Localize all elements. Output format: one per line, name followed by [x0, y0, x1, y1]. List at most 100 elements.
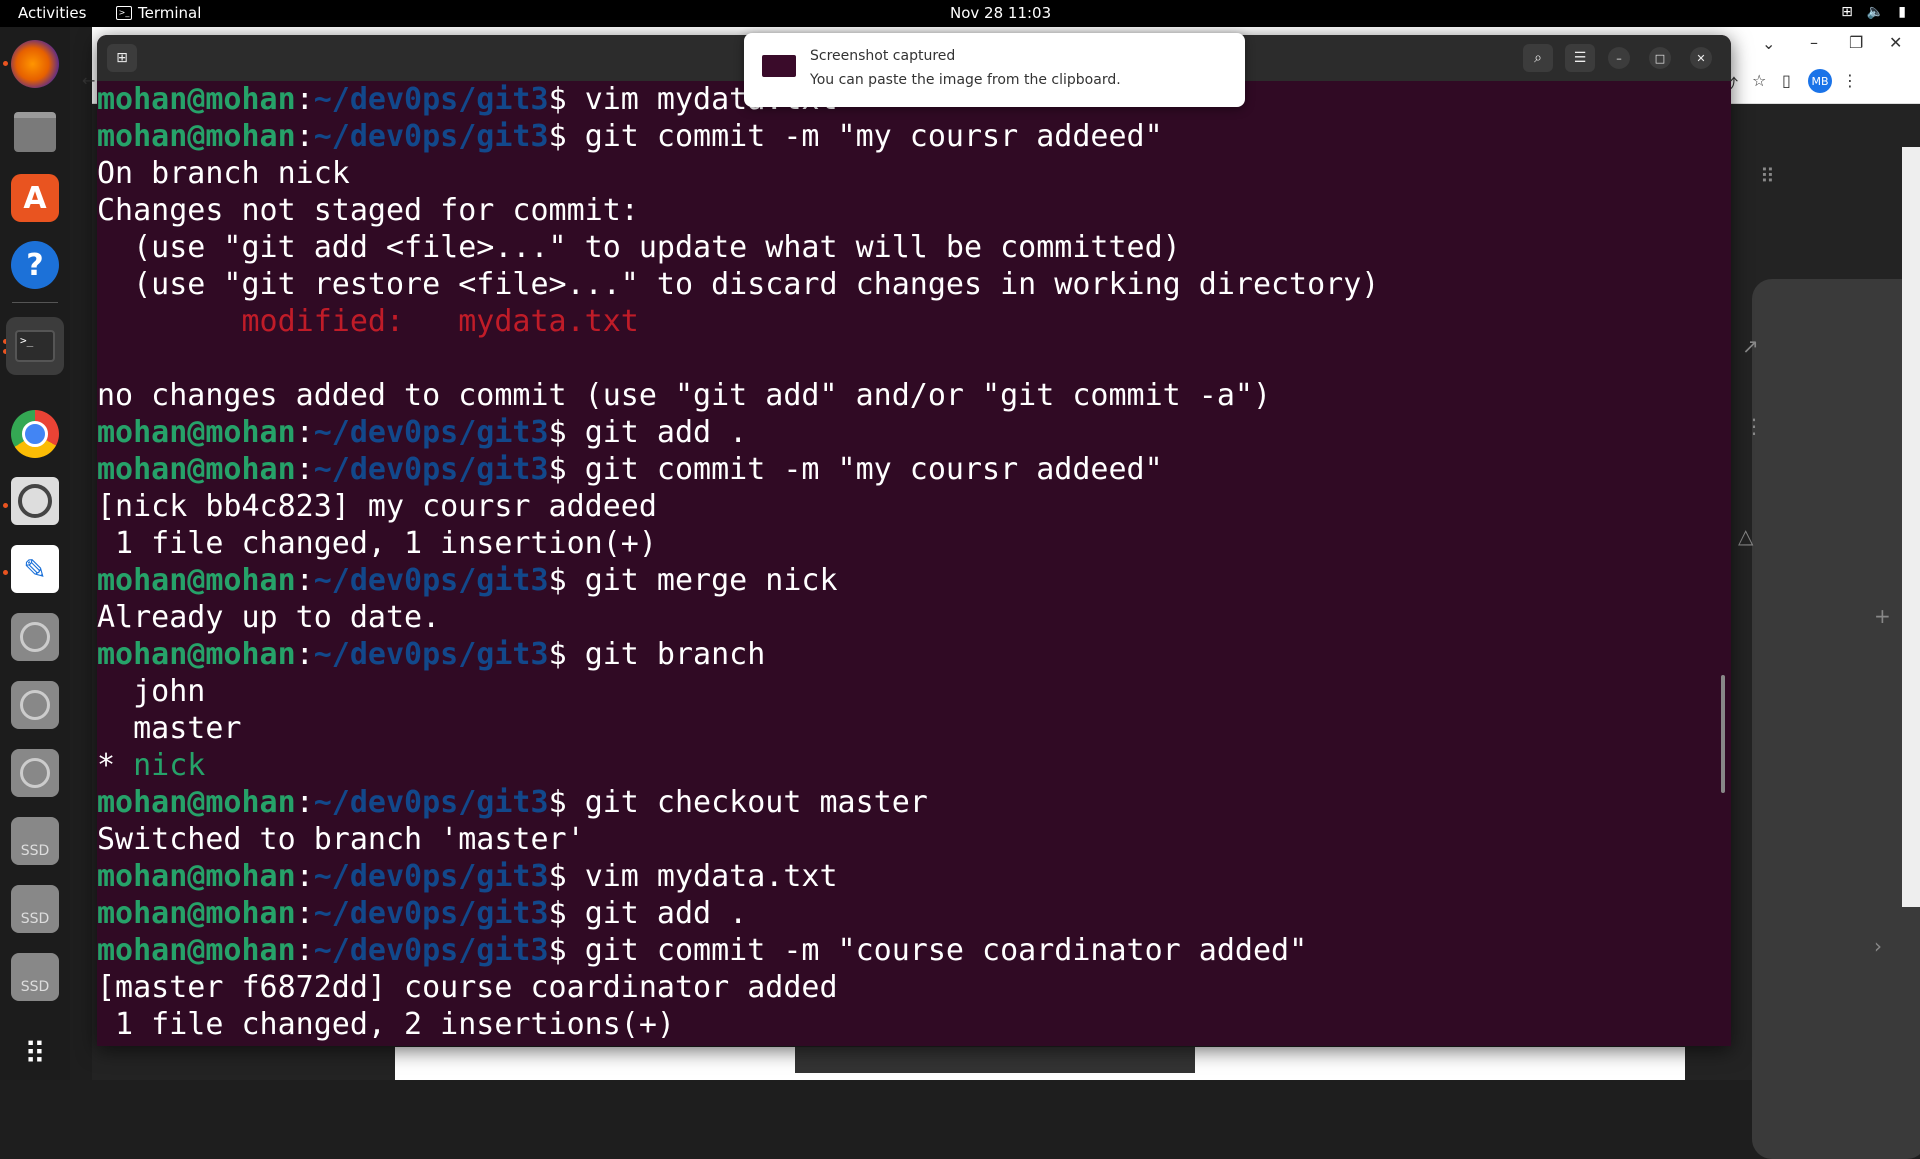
prompt-separator: : [295, 785, 314, 820]
prompt-separator: : [295, 452, 314, 487]
prompt-user: mohan@mohan [97, 82, 296, 117]
terminal-output-line: no changes added to commit (use "git add… [97, 377, 1717, 414]
drive-add-icon[interactable]: △ [1738, 524, 1753, 548]
terminal-output-line: modified: mydata.txt [97, 303, 1717, 340]
bookmark-star-icon[interactable]: ☆ [1752, 71, 1766, 90]
command-text: git add . [584, 415, 748, 450]
open-external-icon[interactable]: ↗ [1742, 334, 1759, 358]
ssd-icon[interactable]: SSD [11, 885, 59, 933]
hamburger-menu-icon[interactable]: ☰ [1565, 44, 1595, 72]
more-menu-icon[interactable]: ⋮ [1842, 71, 1858, 90]
prompt-path: ~/dev0ps/git3 [313, 637, 549, 672]
prompt-user: mohan@mohan [97, 563, 296, 598]
running-indicator [3, 61, 8, 66]
prompt-path: ~/dev0ps/git3 [313, 119, 549, 154]
minimize-icon[interactable]: – [1810, 33, 1818, 52]
disc-icon[interactable] [11, 681, 59, 729]
terminal-output-line: Changes not staged for commit: [97, 192, 1717, 229]
disc-icon[interactable] [11, 749, 59, 797]
text-editor-icon[interactable]: ✎ [11, 545, 59, 593]
prompt-separator: : [295, 933, 314, 968]
terminal-output-line: Switched to branch 'master' [97, 821, 1717, 858]
kebab-icon[interactable]: ⋮ [1744, 414, 1764, 438]
volume-icon: 🔈 [1866, 4, 1885, 20]
output-text: (use "git restore <file>..." to discard … [97, 267, 1380, 302]
prompt-user: mohan@mohan [97, 933, 296, 968]
prompt-path: ~/dev0ps/git3 [313, 415, 549, 450]
command-text: git branch [584, 637, 766, 672]
browser-scrollbar[interactable] [1902, 147, 1920, 907]
output-text: (use "git add <file>..." to update what … [97, 230, 1181, 265]
chrome-icon[interactable] [11, 410, 59, 458]
output-text: Already up to date. [97, 600, 441, 635]
terminal-prompt-line: mohan@mohan:~/dev0ps/git3$ vim mydata.tx… [97, 858, 1717, 895]
prompt-dollar: $ [548, 415, 585, 450]
back-icon[interactable]: ← [82, 71, 95, 90]
disc-icon[interactable] [11, 613, 59, 661]
clock[interactable]: Nov 28 11:03 [950, 4, 1051, 22]
prompt-separator: : [295, 859, 314, 894]
network-icon: ⊞ [1841, 4, 1853, 20]
minimize-icon[interactable]: – [1608, 47, 1630, 69]
prompt-separator: : [295, 896, 314, 931]
terminal-prompt-line: mohan@mohan:~/dev0ps/git3$ git commit -m… [97, 451, 1717, 488]
terminal-output-line: On branch nick [97, 155, 1717, 192]
help-icon[interactable]: ? [11, 241, 59, 289]
screenshot-notification[interactable]: Screenshot captured You can paste the im… [744, 33, 1245, 107]
ssd-icon[interactable]: SSD [11, 817, 59, 865]
terminal-window[interactable]: ⊞ ⌕ ☰ – □ ✕ mohan@mohan:~/dev0ps/git3$ v… [97, 35, 1731, 1046]
modified-file-line: modified: mydata.txt [97, 304, 639, 339]
prompt-user: mohan@mohan [97, 415, 296, 450]
prompt-user: mohan@mohan [97, 896, 296, 931]
maximize-icon[interactable]: □ [1649, 47, 1671, 69]
terminal-scrollbar[interactable] [1721, 675, 1725, 793]
terminal-output-line: 1 file changed, 2 insertions(+) [97, 1006, 1717, 1043]
terminal-prompt-line: mohan@mohan:~/dev0ps/git3$ git branch [97, 636, 1717, 673]
command-text: git add . [584, 896, 748, 931]
restore-icon[interactable]: ❐ [1849, 33, 1863, 52]
terminal-output[interactable]: mohan@mohan:~/dev0ps/git3$ vim mydata.tx… [97, 81, 1717, 1046]
side-panel-icon[interactable]: ▯ [1782, 71, 1791, 90]
app-menu[interactable]: >_ Terminal [116, 4, 201, 22]
output-text: [nick bb4c823] my coursr addeed [97, 489, 657, 524]
prompt-separator: : [295, 637, 314, 672]
firefox-icon[interactable] [11, 40, 59, 88]
output-text: Changes not staged for commit: [97, 193, 639, 228]
prompt-separator: : [295, 563, 314, 598]
command-text: git commit -m "course coardinator added" [584, 933, 1308, 968]
terminal-icon[interactable]: >_ [6, 317, 64, 375]
plus-icon[interactable]: + [1874, 604, 1891, 628]
output-text: 1 file changed, 1 insertion(+) [97, 526, 657, 561]
terminal-output-line: * nick [97, 747, 1717, 784]
prompt-dollar: $ [548, 859, 585, 894]
battery-icon: ▮ [1898, 4, 1906, 20]
prompt-path: ~/dev0ps/git3 [313, 563, 549, 598]
command-text: git commit -m "my coursr addeed" [584, 119, 1163, 154]
activities-button[interactable]: Activities [18, 4, 86, 22]
show-apps-icon[interactable]: ⠿ [11, 1030, 59, 1078]
new-tab-icon[interactable]: ⊞ [107, 44, 137, 72]
output-text: Switched to branch 'master' [97, 822, 585, 857]
close-icon[interactable]: ✕ [1889, 33, 1902, 52]
app-center-icon[interactable]: A [11, 174, 59, 222]
output-text: no changes added to commit (use "git add… [97, 378, 1271, 413]
terminal-prompt-line: mohan@mohan:~/dev0ps/git3$ git add . [97, 414, 1717, 451]
prompt-path: ~/dev0ps/git3 [313, 933, 549, 968]
screenshot-icon[interactable] [11, 477, 59, 525]
ssd-icon[interactable]: SSD [11, 953, 59, 1001]
search-icon[interactable]: ⌕ [1523, 44, 1553, 72]
chevron-right-icon[interactable]: › [1874, 934, 1882, 958]
prompt-user: mohan@mohan [97, 785, 296, 820]
prompt-path: ~/dev0ps/git3 [313, 82, 549, 117]
grid-apps-icon[interactable]: ⠿ [1760, 164, 1775, 188]
running-indicator [3, 503, 8, 508]
side-panel-card [1752, 279, 1920, 1159]
system-tray[interactable]: ⊞ 🔈 ▮ [1841, 4, 1906, 20]
terminal-output-line: (use "git add <file>..." to update what … [97, 229, 1717, 266]
profile-avatar[interactable]: MB [1808, 69, 1832, 93]
chevron-down-icon[interactable]: ⌄ [1762, 34, 1775, 53]
files-icon[interactable] [11, 108, 59, 156]
terminal-output-line: 1 file changed, 1 insertion(+) [97, 525, 1717, 562]
close-icon[interactable]: ✕ [1690, 47, 1712, 69]
prompt-dollar: $ [548, 452, 585, 487]
